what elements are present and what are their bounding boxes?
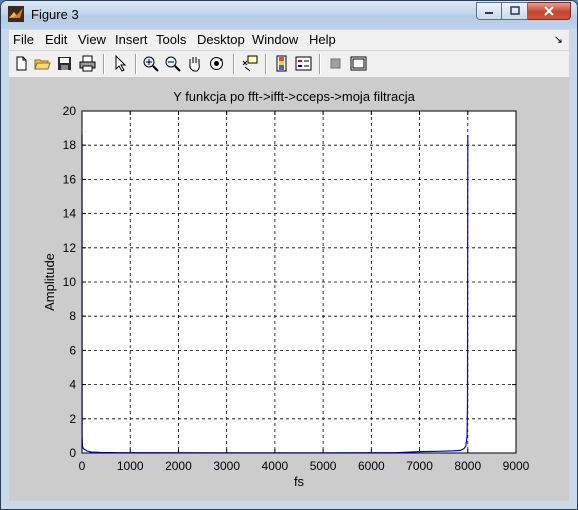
maximize-button[interactable] [502, 2, 528, 20]
y-axis-label: Amplitude [42, 253, 57, 311]
figure-canvas[interactable]: Y funkcja po fft->ifft->cceps->moja filt… [9, 77, 569, 501]
toolbar-separator [319, 54, 321, 74]
x-tick-label: 4000 [262, 459, 289, 473]
menu-edit[interactable]: Edit [45, 32, 67, 47]
x-tick-label: 6000 [358, 459, 385, 473]
menu-insert[interactable]: Insert [115, 32, 148, 47]
y-tick-label: 18 [63, 138, 77, 152]
figure-toolbar [9, 50, 569, 78]
data-cursor-icon[interactable] [241, 55, 258, 72]
y-tick-label: 8 [69, 309, 76, 323]
y-tick-label: 2 [69, 412, 76, 426]
dock-arrow-icon[interactable]: ↘ [554, 33, 563, 46]
chart-title: Y funkcja po fft->ifft->cceps->moja filt… [173, 89, 415, 104]
show-plot-tools-icon[interactable] [350, 55, 367, 72]
close-icon [544, 6, 554, 16]
zoom-out-icon[interactable] [164, 55, 181, 72]
menu-view[interactable]: View [78, 32, 106, 47]
menu-tools[interactable]: Tools [156, 32, 186, 47]
close-button[interactable] [528, 2, 571, 20]
caption-buttons [476, 2, 571, 21]
edit-plot-arrow-icon[interactable] [112, 55, 129, 72]
x-tick-label: 7000 [406, 459, 433, 473]
y-tick-label: 4 [69, 378, 76, 392]
title-bar[interactable]: Figure 3 [1, 1, 577, 29]
matlab-icon [8, 6, 24, 22]
menu-desktop[interactable]: Desktop [197, 32, 245, 47]
x-tick-label: 3000 [213, 459, 240, 473]
menu-window[interactable]: Window [252, 32, 298, 47]
y-tick-label: 6 [69, 343, 76, 357]
y-tick-label: 12 [63, 241, 77, 255]
y-tick-label: 16 [63, 172, 77, 186]
legend-icon[interactable] [295, 55, 312, 72]
save-icon[interactable] [56, 55, 73, 72]
colorbar-icon[interactable] [273, 55, 290, 72]
x-tick-label: 0 [79, 459, 86, 473]
pan-hand-icon[interactable] [186, 55, 203, 72]
plot-svg: Y funkcja po fft->ifft->cceps->moja filt… [42, 89, 530, 489]
menu-bar: File Edit View Insert Tools Desktop Wind… [9, 30, 569, 50]
x-tick-label: 5000 [310, 459, 337, 473]
new-figure-icon[interactable] [13, 55, 30, 72]
toolbar-separator [103, 54, 105, 74]
minimize-button[interactable] [476, 2, 502, 20]
minimize-icon [485, 12, 493, 14]
y-tick-label: 14 [63, 207, 77, 221]
zoom-in-icon[interactable] [142, 55, 159, 72]
y-tick-label: 20 [63, 104, 77, 118]
rotate-3d-icon[interactable] [208, 55, 225, 72]
toolbar-separator [265, 54, 267, 74]
open-file-icon[interactable] [34, 55, 51, 72]
window-bottom-frame [1, 501, 577, 509]
menu-help[interactable]: Help [309, 32, 336, 47]
hide-plot-tools-icon[interactable] [327, 55, 344, 72]
figure-window: Figure 3 File Edit View Insert Tools Des… [0, 0, 578, 510]
y-tick-label: 10 [63, 275, 77, 289]
menu-file[interactable]: File [13, 32, 34, 47]
toolbar-separator [233, 54, 235, 74]
x-tick-label: 8000 [454, 459, 481, 473]
x-tick-label: 1000 [117, 459, 144, 473]
x-axis-label: fs [294, 474, 305, 489]
y-tick-label: 0 [69, 446, 76, 460]
print-icon[interactable] [79, 55, 96, 72]
window-title: Figure 3 [31, 7, 79, 22]
toolbar-separator [135, 54, 137, 74]
x-tick-label: 2000 [165, 459, 192, 473]
x-tick-label: 9000 [503, 459, 530, 473]
maximize-icon [509, 6, 520, 15]
